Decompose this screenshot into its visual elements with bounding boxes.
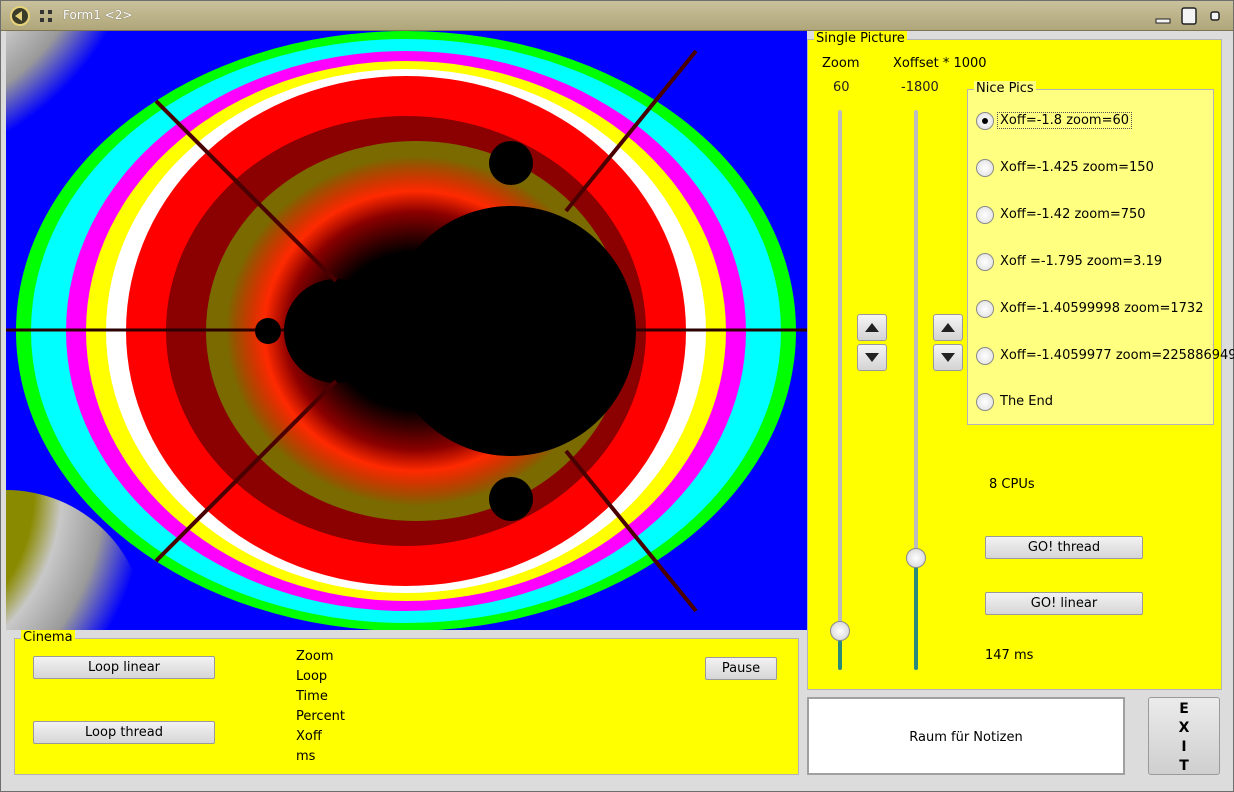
go-linear-button[interactable]: GO! linear: [985, 592, 1143, 615]
zoom-down-button[interactable]: [857, 344, 887, 371]
client-area: Cinema Loop linear Loop thread Zoom Loop…: [6, 31, 1234, 789]
nice-pic-option-label: Xoff=-1.4059977 zoom=225886949: [1000, 348, 1234, 363]
zoom-slider-thumb[interactable]: [830, 620, 850, 641]
radio-icon[interactable]: [976, 300, 994, 318]
close-icon[interactable]: [1206, 7, 1224, 25]
nice-pic-option-label: Xoff=-1.42 zoom=750: [1000, 207, 1146, 222]
info-xoff-label: Xoff: [296, 729, 322, 744]
xoffset-slider-fill: [914, 558, 918, 670]
cinema-group: Cinema Loop linear Loop thread Zoom Loop…: [14, 630, 799, 775]
info-loop-label: Loop: [296, 669, 328, 684]
nice-pics-legend: Nice Pics: [974, 81, 1036, 97]
go-thread-button[interactable]: GO! thread: [985, 536, 1143, 559]
radio-icon[interactable]: [976, 206, 994, 224]
cinema-legend: Cinema: [21, 630, 75, 646]
loop-linear-button[interactable]: Loop linear: [33, 656, 215, 679]
exit-letter: X: [1178, 720, 1190, 736]
mandelbrot-image: [6, 31, 807, 630]
loop-thread-button[interactable]: Loop thread: [33, 721, 215, 744]
minimize-icon[interactable]: [1154, 7, 1172, 25]
window-menu-icon[interactable]: [39, 9, 53, 23]
exit-letter: T: [1179, 758, 1189, 774]
nice-pic-option-label: The End: [1000, 394, 1054, 409]
xoffset-up-button[interactable]: [933, 314, 963, 341]
fractal-canvas[interactable]: [6, 31, 807, 630]
zoom-value: 60: [833, 80, 850, 95]
arrow-down-icon: [941, 353, 955, 362]
zoom-up-button[interactable]: [857, 314, 887, 341]
arrow-up-icon: [865, 323, 879, 332]
window-title: Form1 <2>: [63, 8, 133, 22]
nice-pic-option-label: Xoff=-1.40599998 zoom=1732: [1000, 301, 1204, 316]
radio-icon[interactable]: [976, 159, 994, 177]
single-picture-legend: Single Picture: [814, 31, 907, 47]
zoom-slider[interactable]: [838, 110, 842, 670]
radio-icon[interactable]: [976, 393, 994, 411]
nice-pic-option-label: Xoff=-1.8 zoom=60: [996, 112, 1133, 129]
title-bar[interactable]: Form1 <2>: [1, 1, 1233, 31]
arrow-down-icon: [865, 353, 879, 362]
radio-icon[interactable]: [976, 253, 994, 271]
info-percent-label: Percent: [296, 709, 345, 724]
app-icon[interactable]: [9, 6, 31, 26]
xoffset-down-button[interactable]: [933, 344, 963, 371]
single-picture-group: Single Picture Zoom Xoffset * 1000 60 -1…: [807, 31, 1234, 690]
notes-field[interactable]: Raum für Notizen: [807, 697, 1125, 775]
info-zoom-label: Zoom: [296, 649, 334, 664]
xoffset-value: -1800: [901, 80, 939, 95]
exit-button[interactable]: E X I T: [1148, 697, 1220, 775]
arrow-up-icon: [941, 323, 955, 332]
cpu-count-label: 8 CPUs: [989, 477, 1035, 492]
app-window: Form1 <2> Cinema Loop linear Loop thread…: [0, 0, 1234, 792]
exit-letter: I: [1181, 739, 1187, 755]
pause-button[interactable]: Pause: [705, 657, 777, 680]
xoffset-slider-thumb[interactable]: [906, 548, 926, 568]
exit-letter: E: [1179, 701, 1189, 717]
nice-pics-group: Nice Pics Xoff=-1.8 zoom=60 Xoff=-1.425 …: [967, 81, 1234, 425]
maximize-icon[interactable]: [1180, 7, 1198, 25]
radio-checked-icon[interactable]: [976, 112, 994, 130]
xoffset-label: Xoffset * 1000: [893, 56, 987, 71]
zoom-label: Zoom: [822, 56, 860, 71]
info-ms-label: ms: [296, 749, 316, 764]
info-time-label: Time: [296, 689, 328, 704]
radio-icon[interactable]: [976, 347, 994, 365]
nice-pic-option-label: Xoff =-1.795 zoom=3.19: [1000, 254, 1163, 269]
render-time-label: 147 ms: [985, 648, 1034, 663]
nice-pic-option-label: Xoff=-1.425 zoom=150: [1000, 160, 1154, 175]
